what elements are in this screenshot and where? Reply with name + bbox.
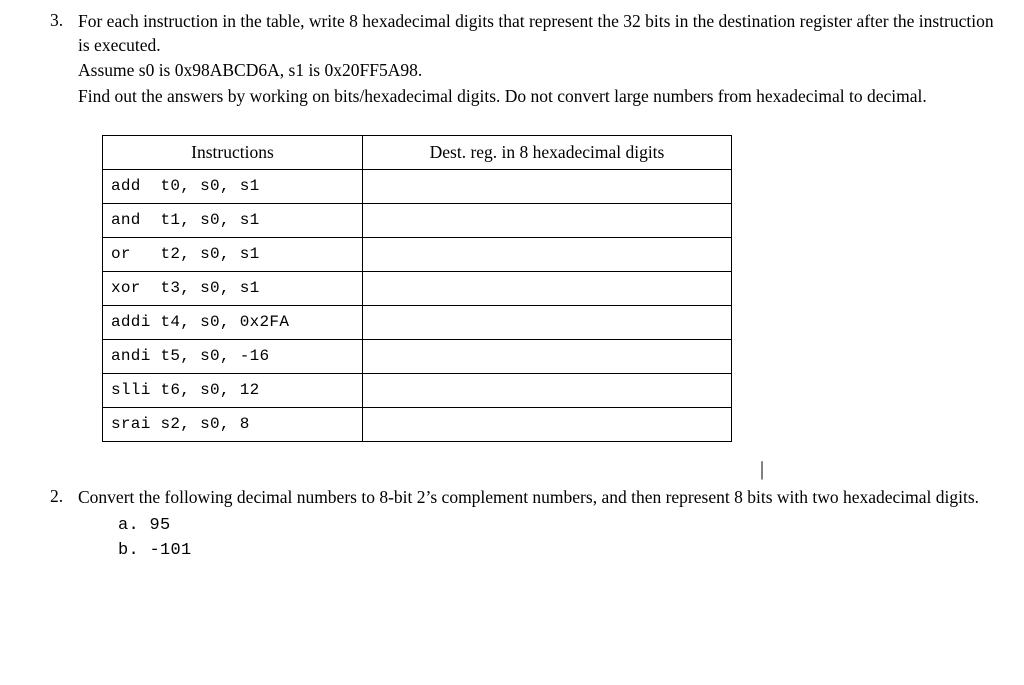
- table-header-row: Instructions Dest. reg. in 8 hexadecimal…: [103, 135, 732, 169]
- list-item: a. 95: [118, 515, 1004, 538]
- instruction-cell: xor t3, s0, s1: [103, 271, 363, 305]
- table-row: srai s2, s0, 8: [103, 407, 732, 441]
- column-header-dest: Dest. reg. in 8 hexadecimal digits: [363, 135, 732, 169]
- question-3: 3. For each instruction in the table, wr…: [50, 10, 1004, 111]
- instruction-cell: andi t5, s0, -16: [103, 339, 363, 373]
- question-number: 2.: [50, 486, 78, 566]
- question-paragraph: Find out the answers by working on bits/…: [78, 85, 1004, 109]
- dest-cell: [363, 271, 732, 305]
- dest-cell: [363, 203, 732, 237]
- instruction-cell: slli t6, s0, 12: [103, 373, 363, 407]
- document-page: 3. For each instruction in the table, wr…: [0, 0, 1024, 589]
- column-header-instructions: Instructions: [103, 135, 363, 169]
- question-paragraph: For each instruction in the table, write…: [78, 10, 1004, 57]
- question-paragraph: Assume s0 is 0x98ABCD6A, s1 is 0x20FF5A9…: [78, 59, 1004, 83]
- question-sublist: a. 95 b. -101: [118, 515, 1004, 563]
- instruction-cell: addi t4, s0, 0x2FA: [103, 305, 363, 339]
- table-row: addi t4, s0, 0x2FA: [103, 305, 732, 339]
- text-cursor: |: [50, 466, 1004, 484]
- instruction-table-wrap: Instructions Dest. reg. in 8 hexadecimal…: [102, 135, 1004, 442]
- table-row: or t2, s0, s1: [103, 237, 732, 271]
- question-2: 2. Convert the following decimal numbers…: [50, 486, 1004, 566]
- table-row: slli t6, s0, 12: [103, 373, 732, 407]
- question-number: 3.: [50, 10, 78, 111]
- instruction-cell: or t2, s0, s1: [103, 237, 363, 271]
- instruction-table: Instructions Dest. reg. in 8 hexadecimal…: [102, 135, 732, 442]
- table-row: add t0, s0, s1: [103, 169, 732, 203]
- list-item: b. -101: [118, 540, 1004, 563]
- question-paragraph: Convert the following decimal numbers to…: [78, 486, 1004, 510]
- dest-cell: [363, 305, 732, 339]
- table-row: andi t5, s0, -16: [103, 339, 732, 373]
- instruction-cell: add t0, s0, s1: [103, 169, 363, 203]
- table-row: and t1, s0, s1: [103, 203, 732, 237]
- question-body: Convert the following decimal numbers to…: [78, 486, 1004, 566]
- dest-cell: [363, 339, 732, 373]
- instruction-cell: srai s2, s0, 8: [103, 407, 363, 441]
- instruction-cell: and t1, s0, s1: [103, 203, 363, 237]
- table-row: xor t3, s0, s1: [103, 271, 732, 305]
- dest-cell: [363, 373, 732, 407]
- table-body: add t0, s0, s1 and t1, s0, s1 or t2, s0,…: [103, 169, 732, 441]
- dest-cell: [363, 407, 732, 441]
- dest-cell: [363, 237, 732, 271]
- question-body: For each instruction in the table, write…: [78, 10, 1004, 111]
- dest-cell: [363, 169, 732, 203]
